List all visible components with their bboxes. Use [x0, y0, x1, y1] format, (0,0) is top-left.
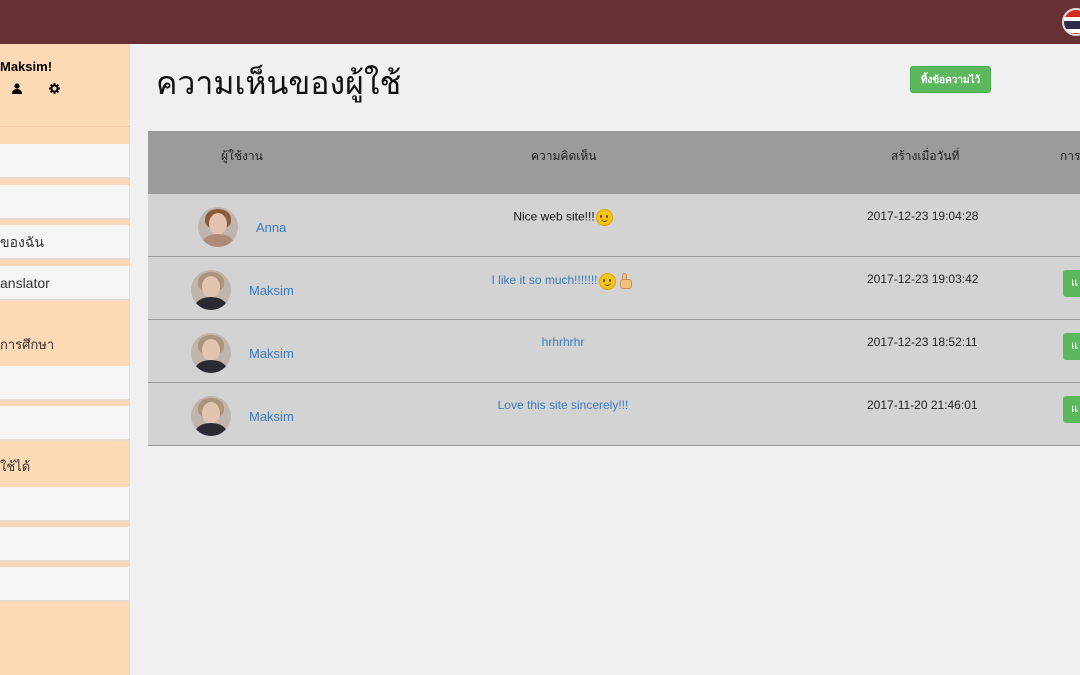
- sidebar-item[interactable]: [0, 527, 129, 562]
- gear-icon[interactable]: [49, 83, 60, 97]
- table-row: Maksim Love this site sincerely!!! 2017-…: [148, 383, 1080, 446]
- column-header-created[interactable]: สร้างเมื่อวันที่: [891, 147, 959, 166]
- user-link[interactable]: Maksim: [249, 346, 294, 361]
- sidebar-item-my[interactable]: ของฉัน: [0, 225, 129, 260]
- comments-table: ผู้ใช้งาน ความคิดเห็น สร้างเมื่อวันที่ ก…: [148, 131, 1080, 446]
- column-header-comment[interactable]: ความคิดเห็น: [531, 147, 596, 166]
- smile-emoji-icon: [598, 272, 616, 290]
- sidebar-divider: [0, 126, 130, 127]
- edit-button[interactable]: แ: [1063, 396, 1080, 423]
- created-date: 2017-12-23 18:52:11: [867, 335, 978, 349]
- user-link[interactable]: Anna: [256, 220, 286, 235]
- created-date: 2017-11-20 21:46:01: [867, 398, 978, 412]
- table-row: Maksim hrhrhrhr 2017-12-23 18:52:11 แ: [148, 320, 1080, 383]
- comment-text[interactable]: hrhrhrhr: [423, 335, 703, 349]
- comment-text-content: Nice web site!!!: [513, 209, 595, 224]
- comment-text[interactable]: Love this site sincerely!!!: [423, 398, 703, 412]
- created-date: 2017-12-23 19:03:42: [867, 272, 979, 286]
- avatar[interactable]: [191, 270, 231, 310]
- top-navbar: [0, 0, 1080, 44]
- created-date: 2017-12-23 19:04:28: [867, 209, 979, 223]
- user-link[interactable]: Maksim: [249, 409, 294, 424]
- table-row: Anna Nice web site!!! 2017-12-23 19:04:2…: [148, 194, 1080, 257]
- sidebar-section-education: การศึกษา: [0, 337, 55, 352]
- language-flag-icon[interactable]: [1062, 8, 1080, 36]
- sidebar-item-translator[interactable]: anslator: [0, 266, 129, 301]
- comment-text: Nice web site!!!: [423, 209, 703, 226]
- sidebar-item[interactable]: [0, 487, 129, 522]
- table-header: ผู้ใช้งาน ความคิดเห็น สร้างเมื่อวันที่ ก…: [148, 131, 1080, 194]
- sidebar-section-usable: ใช้ได้: [0, 459, 31, 474]
- user-icon[interactable]: [12, 83, 22, 97]
- comment-text[interactable]: I like it so much!!!!!!!: [423, 272, 703, 290]
- sidebar-item[interactable]: [0, 185, 129, 220]
- sidebar-item[interactable]: [0, 567, 129, 602]
- sidebar: Maksim! ของฉัน anslator การศึกษา ใช้ได้: [0, 44, 130, 675]
- sidebar-item[interactable]: [0, 406, 129, 441]
- edit-button[interactable]: แ: [1063, 270, 1080, 297]
- page-title: ความเห็นของผู้ใช้: [156, 64, 402, 102]
- sidebar-item[interactable]: [0, 144, 129, 179]
- comment-text-content[interactable]: I like it so much!!!!!!!: [491, 273, 597, 287]
- table-row: Maksim I like it so much!!!!!!! 2017-12-…: [148, 257, 1080, 320]
- column-header-action[interactable]: การ: [1060, 147, 1080, 166]
- avatar[interactable]: [191, 333, 231, 373]
- greeting-text: Maksim!: [0, 59, 53, 74]
- edit-button[interactable]: แ: [1063, 333, 1080, 360]
- column-header-user[interactable]: ผู้ใช้งาน: [221, 147, 263, 166]
- main-content: ความเห็นของผู้ใช้ ทิ้งข้อความไว้ ผู้ใช้ง…: [130, 44, 1080, 675]
- avatar[interactable]: [198, 207, 238, 247]
- thumbs-up-icon: [617, 272, 635, 290]
- leave-message-button[interactable]: ทิ้งข้อความไว้: [910, 66, 991, 93]
- avatar[interactable]: [191, 396, 231, 436]
- smile-emoji-icon: [595, 209, 613, 226]
- user-link[interactable]: Maksim: [249, 283, 294, 298]
- sidebar-item[interactable]: [0, 366, 129, 401]
